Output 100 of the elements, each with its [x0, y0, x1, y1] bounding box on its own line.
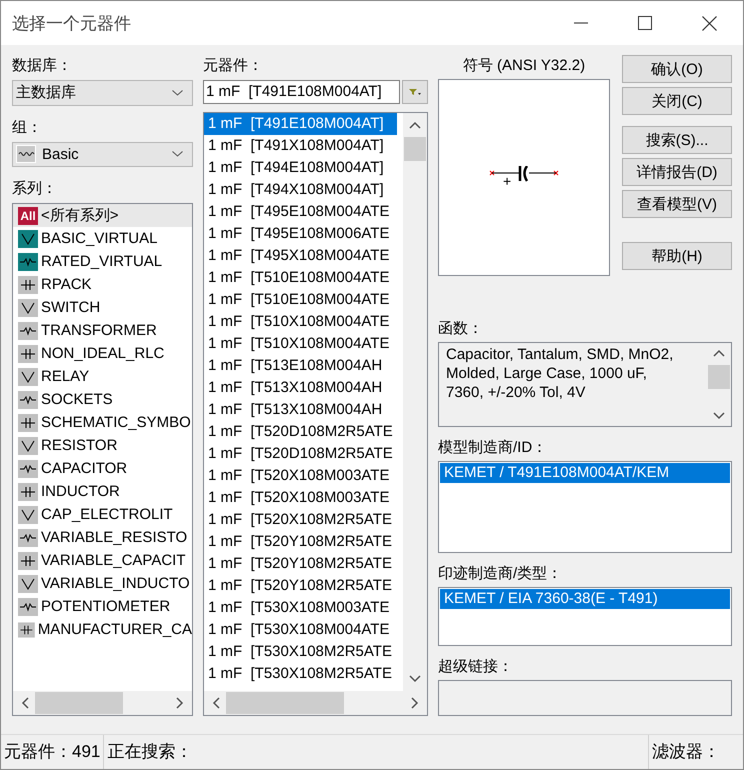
series-item[interactable]: RPACK — [13, 273, 192, 296]
dialog-button[interactable]: 确认(O) — [622, 55, 732, 83]
group-dropdown[interactable]: Basic — [12, 142, 193, 168]
series-item[interactable]: CAP_ELECTROLIT — [13, 503, 192, 526]
filter-status: 滤波器： — [648, 735, 743, 769]
series-item[interactable]: VARIABLE_INDUCTO — [13, 572, 192, 596]
vertical-scrollbar[interactable] — [403, 113, 427, 691]
component-item[interactable]: 1 mF [T510E108M004ATE — [204, 289, 397, 311]
component-item[interactable]: 1 mF [T491X108M004AT] — [204, 135, 397, 157]
scroll-thumb[interactable] — [35, 692, 123, 714]
filter-button[interactable] — [402, 80, 428, 104]
component-item[interactable]: 1 mF [T530X108M2R5ATE — [204, 663, 397, 685]
dialog-button[interactable]: 详情报告(D) — [622, 158, 732, 186]
chevron-down-icon — [172, 90, 183, 96]
component-symbol-icon — [18, 322, 38, 340]
series-item[interactable]: All <所有系列> — [13, 204, 192, 228]
footprint-label: 印迹制造商/类型： — [438, 564, 564, 584]
series-item[interactable]: CAPACITOR — [13, 457, 192, 480]
series-item[interactable]: INDUCTOR — [13, 480, 192, 504]
dialog-button[interactable]: 关闭(C) — [622, 87, 732, 115]
component-symbol-icon — [18, 598, 38, 616]
scroll-up-icon[interactable] — [713, 349, 725, 357]
component-item[interactable]: 1 mF [T520D108M2R5ATE — [204, 443, 397, 465]
function-description: Capacitor, Tantalum, SMD, MnO2, Molded, Large Case, 1000 uF, 7360, +/-20% Tol, 4V — [445, 345, 674, 403]
component-item[interactable]: 1 mF [T530X108M003ATE — [204, 597, 397, 619]
component-item[interactable]: 1 mF [T530X108M004ATE — [204, 619, 397, 641]
component-item[interactable]: 1 mF [T520Y108M2R5ATE — [204, 553, 397, 575]
minimize-icon[interactable] — [574, 22, 588, 24]
database-dropdown[interactable]: 主数据库 — [12, 80, 193, 106]
series-item[interactable]: SWITCH — [13, 296, 192, 320]
dialog-button[interactable]: 帮助(H) — [622, 242, 732, 270]
series-item[interactable]: POTENTIOMETER — [13, 595, 192, 618]
series-item[interactable]: VARIABLE_CAPACIT — [13, 549, 192, 572]
series-item[interactable]: VARIABLE_RESISTO — [13, 526, 192, 550]
component-item[interactable]: 1 mF [T495E108M004ATE — [204, 201, 397, 223]
series-item[interactable]: RESISTOR — [13, 434, 192, 458]
component-symbol-icon — [18, 390, 38, 409]
component-item[interactable]: 1 mF [T520D108M2R5ATE — [204, 421, 397, 443]
scroll-right-icon[interactable] — [411, 697, 419, 709]
component-item[interactable]: 1 mF [T510X108M004ATE — [204, 311, 397, 333]
scroll-thumb[interactable] — [708, 365, 730, 389]
series-item[interactable]: TRANSFORMER — [13, 319, 192, 342]
hyperlink-label: 超级链接： — [438, 657, 514, 678]
component-label: 元器件： — [203, 56, 264, 76]
component-item[interactable]: 1 mF [T520Y108M2R5ATE — [204, 531, 397, 553]
scroll-thumb[interactable] — [404, 137, 426, 161]
series-label: 系列： — [12, 179, 58, 200]
dialog-button[interactable]: 查看模型(V) — [622, 190, 732, 218]
component-item[interactable]: 1 mF [T495E108M006ATE — [204, 223, 397, 245]
component-symbol-icon — [18, 368, 38, 386]
component-item[interactable]: 1 mF [T520Y108M2R5ATE — [204, 575, 397, 597]
filter-icon — [409, 88, 421, 96]
component-item[interactable]: 1 mF [T513E108M004AH — [204, 355, 397, 377]
component-item[interactable]: 1 mF [T513X108M004AH — [204, 377, 397, 399]
horizontal-scrollbar[interactable] — [13, 691, 192, 715]
series-item[interactable]: SCHEMATIC_SYMBO — [13, 411, 192, 434]
scroll-up-icon[interactable] — [409, 121, 421, 129]
series-item[interactable]: NON_IDEAL_RLC — [13, 342, 192, 366]
close-icon[interactable] — [702, 16, 717, 30]
component-item[interactable]: 1 mF [T520X108M003ATE — [204, 465, 397, 487]
series-item[interactable]: RATED_VIRTUAL — [13, 250, 192, 274]
scroll-thumb[interactable] — [226, 692, 344, 714]
scroll-down-icon[interactable] — [713, 412, 725, 420]
component-symbol-icon — [18, 298, 38, 317]
model-item[interactable]: KEMET / T491E108M004AT/KEM — [440, 463, 730, 484]
component-symbol-icon — [18, 460, 38, 478]
component-field[interactable]: 1 mF [T491E108M004AT] — [203, 80, 400, 104]
component-count: 元器件：491 — [3, 741, 102, 763]
component-item[interactable]: 1 mF [T513X108M004AH — [204, 399, 397, 421]
component-item[interactable]: 1 mF [T494E108M004AT] — [204, 157, 397, 179]
component-item[interactable]: 1 mF [T510X108M004ATE — [204, 333, 397, 355]
component-item[interactable]: 1 mF [T530X108M2R5ATE — [204, 641, 397, 663]
series-item[interactable]: RELAY — [13, 365, 192, 388]
model-label: 模型制造商/ID： — [438, 438, 548, 458]
series-item[interactable]: SOCKETS — [13, 388, 192, 412]
component-symbol-icon — [18, 252, 38, 271]
component-item[interactable]: 1 mF [T520X108M2R5ATE — [204, 509, 397, 531]
scroll-left-icon[interactable] — [212, 697, 220, 709]
component-item[interactable]: 1 mF [T494X108M004AT] — [204, 179, 397, 201]
scroll-right-icon[interactable] — [176, 697, 184, 709]
component-item[interactable]: 1 mF [T520X108M003ATE — [204, 487, 397, 509]
footprint-item[interactable]: KEMET / EIA 7360-38(E - T491) — [440, 588, 730, 609]
function-label: 函数： — [438, 319, 484, 339]
scroll-left-icon[interactable] — [21, 697, 29, 709]
component-item[interactable]: 1 mF [T495X108M004ATE — [204, 245, 397, 267]
series-item[interactable]: MANUFACTURER_CA — [13, 618, 192, 642]
component-item[interactable]: 1 mF [T491E108M004AT] — [204, 113, 397, 135]
component-symbol-icon — [18, 528, 38, 547]
component-symbol-icon — [18, 414, 38, 432]
component-item[interactable]: 1 mF [T510E108M004ATE — [204, 267, 397, 289]
maximize-icon[interactable] — [638, 16, 652, 30]
horizontal-scrollbar[interactable] — [204, 691, 427, 715]
component-symbol-icon — [18, 344, 38, 363]
symbol-label: 符号 (ANSI Y32.2) — [462, 56, 586, 76]
series-item[interactable]: BASIC_VIRTUAL — [13, 227, 192, 250]
scroll-down-icon[interactable] — [409, 675, 421, 683]
component-symbol-icon — [18, 620, 35, 639]
dialog-button[interactable]: 搜索(S)... — [622, 126, 732, 154]
window-title: 选择一个元器件 — [12, 12, 132, 34]
hyperlink-field[interactable] — [438, 680, 732, 716]
